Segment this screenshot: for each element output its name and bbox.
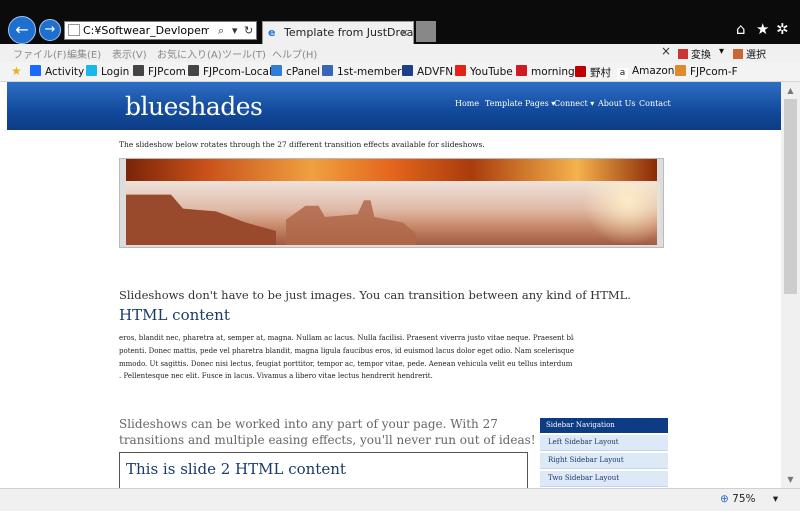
lorem-line: eros, blandit nec, pharetra at, semper a… bbox=[119, 334, 574, 342]
page-viewport: blueshades blueshades Home Template Page… bbox=[7, 82, 781, 488]
menu-view[interactable]: 表示(V) bbox=[112, 46, 147, 61]
address-text: C:¥Softwear_Devlopement¥\ bbox=[83, 24, 209, 37]
ie-page-icon bbox=[271, 65, 282, 76]
lorem-line: mmodo. Ut sagittis. Donec nisi lectus, f… bbox=[119, 359, 573, 368]
menu-help[interactable]: ヘルプ(H) bbox=[272, 46, 317, 61]
favorite-item[interactable]: Login bbox=[86, 65, 129, 78]
convert-icon bbox=[678, 49, 688, 59]
tab-close-icon[interactable]: × bbox=[400, 22, 409, 43]
sidebar-item-two-layout[interactable]: Two Sidebar Layout bbox=[540, 471, 668, 487]
menu-favorites[interactable]: お気に入り(A) bbox=[157, 46, 222, 61]
nav-template-pages[interactable]: Template Pages ▾ bbox=[485, 99, 555, 108]
forward-button[interactable]: → bbox=[39, 19, 61, 41]
amazon-icon: a bbox=[617, 68, 628, 79]
settings-gear-icon[interactable]: ✲ bbox=[776, 20, 789, 38]
refresh-icon[interactable]: ↻ bbox=[244, 22, 253, 39]
page-favicon-icon bbox=[68, 24, 80, 36]
favorite-item[interactable]: 1st-member bbox=[322, 65, 401, 78]
favorite-item[interactable]: ADVFN bbox=[402, 65, 453, 78]
favorite-item[interactable]: 野村 bbox=[575, 65, 611, 80]
sidebar-title: Sidebar Navigation bbox=[540, 418, 668, 433]
status-bar: ⊕ 75% ▾ bbox=[0, 488, 800, 511]
browser-toolbar: ← → C:¥Softwear_Devlopement¥\ ⌕ ▾ ↻ e Tem… bbox=[0, 0, 800, 44]
site-icon bbox=[188, 65, 199, 76]
favorite-item[interactable]: cPanel bbox=[271, 65, 320, 78]
nav-contact[interactable]: Contact bbox=[639, 99, 671, 108]
favorite-item[interactable]: YouTube bbox=[455, 65, 513, 78]
slides-caption: Slideshows don't have to be just images.… bbox=[119, 288, 631, 302]
close-icon[interactable]: × bbox=[661, 44, 671, 58]
favorites-star-icon[interactable]: ★ bbox=[11, 64, 22, 78]
site-header: blueshades blueshades Home Template Page… bbox=[7, 82, 781, 130]
convert-dropdown-icon[interactable]: ▾ bbox=[719, 46, 724, 57]
nav-connect[interactable]: Connect ▾ bbox=[554, 99, 594, 108]
scroll-up-icon[interactable]: ▲ bbox=[781, 82, 800, 99]
lorem-line: . Pellentesque nec elit. Fusce in lacus.… bbox=[119, 372, 433, 381]
folder-icon bbox=[675, 65, 686, 76]
sunset-slide-image bbox=[126, 159, 657, 181]
select-label: 選択 bbox=[746, 50, 766, 61]
nav-home[interactable]: Home bbox=[455, 99, 479, 108]
promo-text: Slideshows can be worked into any part o… bbox=[119, 417, 536, 447]
behance-icon bbox=[30, 65, 41, 76]
favorite-item[interactable]: FJPcom-F bbox=[675, 65, 738, 78]
scroll-thumb[interactable] bbox=[784, 99, 797, 294]
zoom-level: 75% bbox=[732, 493, 756, 505]
zoom-icon: ⊕ bbox=[720, 493, 729, 505]
lorem-line: potenti. Donec mattis, pede vel pharetra… bbox=[119, 346, 574, 355]
back-arrow-icon: ← bbox=[15, 20, 29, 39]
tab-title: Template from JustDrea… bbox=[284, 26, 414, 39]
menu-bar: ファイル(F) 編集(E) 表示(V) お気に入り(A) ツール(T) ヘルプ(… bbox=[0, 44, 800, 62]
ie-icon: e bbox=[268, 26, 276, 39]
vertical-scrollbar[interactable]: ▲ ▼ bbox=[781, 82, 800, 488]
select-button[interactable]: 選択 bbox=[733, 46, 766, 61]
sidebar-navigation: Sidebar Navigation Left Sidebar Layout R… bbox=[540, 418, 668, 487]
search-icon[interactable]: ⌕ bbox=[218, 22, 224, 39]
slide2-box: This is slide 2 HTML content bbox=[119, 452, 528, 488]
address-dropdown-icon[interactable]: ▾ bbox=[232, 22, 238, 39]
nav-about-us[interactable]: About Us bbox=[598, 99, 635, 108]
zoom-dropdown-icon[interactable]: ▾ bbox=[773, 493, 778, 505]
favorite-item[interactable]: FJPcom bbox=[133, 65, 186, 78]
favorite-item[interactable]: a Amazon bbox=[617, 65, 674, 79]
favorite-item[interactable]: morning bbox=[516, 65, 575, 78]
editor-icon bbox=[322, 65, 333, 76]
lorem-paragraph: eros, blandit nec, pharetra at, semper a… bbox=[119, 332, 574, 383]
slideshow[interactable] bbox=[119, 158, 664, 248]
intro-text: The slideshow below rotates through the … bbox=[119, 140, 485, 149]
favorites-star-icon[interactable]: ★ bbox=[756, 20, 769, 38]
favorite-item[interactable]: FJPcom-Local bbox=[188, 65, 272, 78]
scroll-down-icon[interactable]: ▼ bbox=[781, 471, 800, 488]
home-icon[interactable]: ⌂ bbox=[736, 20, 746, 38]
vimeo-icon bbox=[86, 65, 97, 76]
youtube-icon bbox=[455, 65, 466, 76]
html-content-heading: HTML content bbox=[119, 306, 230, 324]
favorites-bar: ★ Activity Login FJPcom FJPcom-Local cPa… bbox=[0, 62, 800, 82]
menu-edit[interactable]: 編集(E) bbox=[67, 46, 101, 61]
site-logo-reflection: blueshades bbox=[125, 105, 263, 116]
new-tab-button[interactable] bbox=[416, 21, 436, 42]
bars-icon bbox=[402, 65, 413, 76]
favorite-item[interactable]: Activity bbox=[30, 65, 84, 78]
menu-file[interactable]: ファイル(F) bbox=[13, 46, 67, 61]
tab-active[interactable]: e Template from JustDrea… × bbox=[262, 21, 414, 44]
convert-label: 変換 bbox=[691, 50, 711, 61]
m-icon bbox=[516, 65, 527, 76]
site-icon bbox=[133, 65, 144, 76]
slide2-heading: This is slide 2 HTML content bbox=[126, 460, 346, 478]
sidebar-item-right-layout[interactable]: Right Sidebar Layout bbox=[540, 453, 668, 469]
sun-glow bbox=[580, 183, 660, 243]
nomura-icon bbox=[575, 66, 586, 77]
back-button[interactable]: ← bbox=[8, 16, 36, 44]
address-bar[interactable]: C:¥Softwear_Devlopement¥\ ⌕ ▾ ↻ bbox=[64, 21, 257, 40]
forward-arrow-icon: → bbox=[44, 22, 56, 37]
zoom-control[interactable]: ⊕ 75% ▾ bbox=[720, 493, 778, 505]
convert-button[interactable]: 変換 bbox=[678, 46, 711, 61]
sidebar-item-left-layout[interactable]: Left Sidebar Layout bbox=[540, 435, 668, 451]
menu-tools[interactable]: ツール(T) bbox=[222, 46, 266, 61]
select-icon bbox=[733, 49, 743, 59]
